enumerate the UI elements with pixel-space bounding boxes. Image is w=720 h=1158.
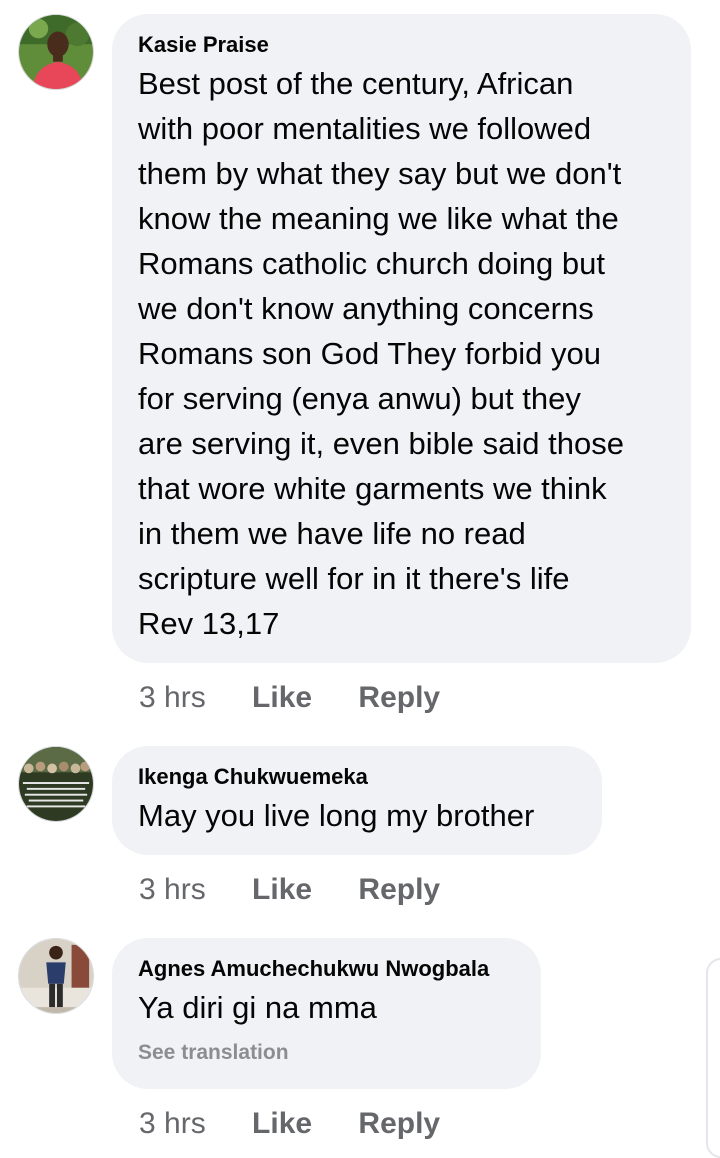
like-button[interactable]: Like [252, 681, 312, 714]
avatar[interactable] [18, 938, 94, 1014]
comment-actions: 3 hrs Like Reply [139, 1106, 440, 1142]
like-button[interactable]: Like [252, 1107, 312, 1140]
avatar[interactable] [18, 14, 94, 90]
comment-timestamp[interactable]: 3 hrs [139, 1107, 206, 1140]
reply-button[interactable]: Reply [358, 681, 440, 714]
comment-author[interactable]: Agnes Amuchechukwu Nwogbala [138, 955, 515, 983]
comment-actions: 3 hrs Like Reply [139, 872, 440, 908]
reply-button[interactable]: Reply [358, 1107, 440, 1140]
crowd-photo-avatar-icon [19, 747, 93, 821]
person-red-shirt-avatar-icon [19, 15, 93, 89]
comment-text: Best post of the century, African with p… [138, 66, 624, 641]
comment-bubble: Kasie Praise Best post of the century, A… [112, 14, 691, 663]
person-standing-avatar-icon [19, 939, 93, 1013]
comment-timestamp[interactable]: 3 hrs [139, 681, 206, 714]
see-translation-link[interactable]: See translation [138, 1040, 515, 1066]
partial-card-edge [706, 958, 720, 1158]
comment-timestamp[interactable]: 3 hrs [139, 873, 206, 906]
comment-bubble: Ikenga Chukwuemeka May you live long my … [112, 746, 602, 855]
comment-text: Ya diri gi na mma [138, 990, 377, 1025]
avatar[interactable] [18, 746, 94, 822]
comment-text: May you live long my brother [138, 798, 535, 833]
comment-bubble: Agnes Amuchechukwu Nwogbala Ya diri gi n… [112, 938, 541, 1089]
reply-button[interactable]: Reply [358, 873, 440, 906]
like-button[interactable]: Like [252, 873, 312, 906]
comment-author[interactable]: Kasie Praise [138, 31, 665, 59]
comment-actions: 3 hrs Like Reply [139, 680, 440, 716]
comment-author[interactable]: Ikenga Chukwuemeka [138, 763, 576, 791]
